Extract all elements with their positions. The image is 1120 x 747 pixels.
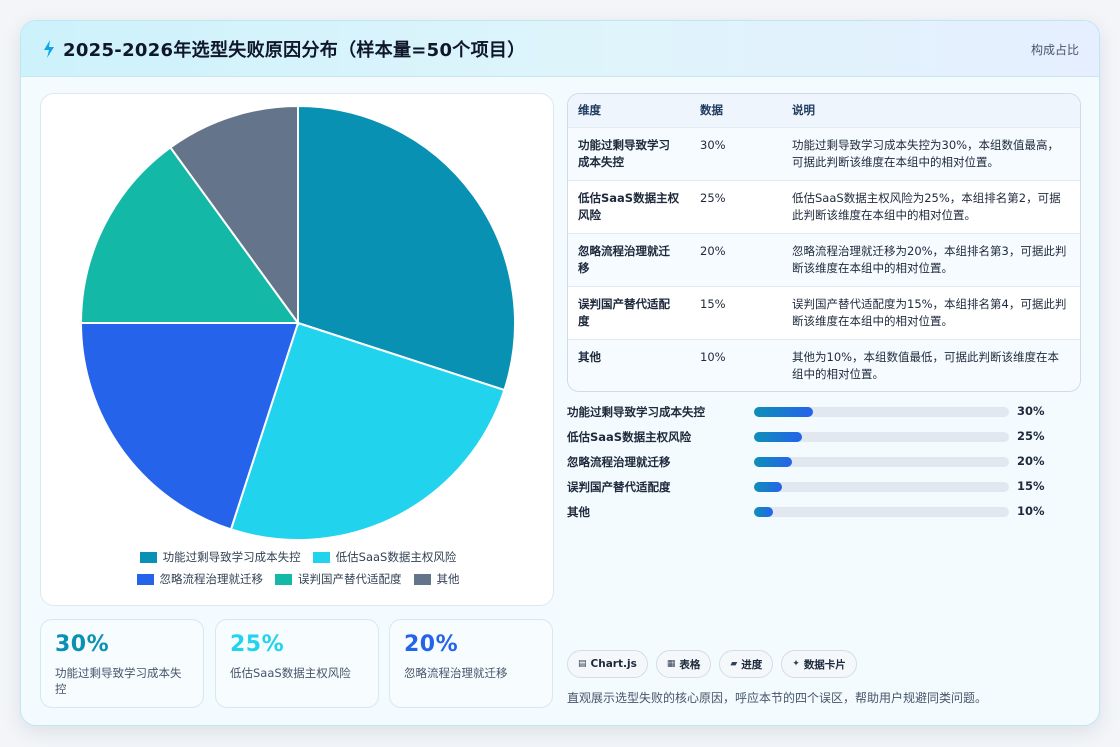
- table-cell: 功能过剩导致学习成本失控为30%，本组数值最高，可据此判断该维度在本组中的相对位…: [782, 126, 1080, 180]
- table-cell: 30%: [690, 126, 782, 180]
- table-cell: 低估SaaS数据主权风险为25%，本组排名第2，可据此判断该维度在本组中的相对位…: [782, 179, 1080, 233]
- table-cell: 误判国产替代适配度: [568, 285, 690, 339]
- progress-row: 功能过剩导致学习成本失控 30%: [567, 401, 1081, 426]
- stat-label: 功能过剩导致学习成本失控: [55, 666, 182, 696]
- legend-swatch: [275, 573, 292, 585]
- progress-value: 25%: [1017, 429, 1045, 443]
- progress-label: 低估SaaS数据主权风险: [567, 430, 692, 444]
- stat-value: 25%: [230, 632, 285, 657]
- stat-card-1: 30% 功能过剩导致学习成本失控: [40, 619, 204, 708]
- stat-label: 忽略流程治理就迁移: [404, 666, 508, 680]
- stat-card-3: 20% 忽略流程治理就迁移: [389, 619, 553, 708]
- table-cell: 25%: [690, 179, 782, 233]
- chip-label: 表格: [679, 658, 701, 671]
- data-table: 维度 数据 说明 功能过剩导致学习成本失控 30% 功能过剩导致学习成本失控为3…: [567, 93, 1081, 392]
- progress-row: 低估SaaS数据主权风险 25%: [567, 426, 1081, 451]
- table-cell: 功能过剩导致学习成本失控: [568, 126, 690, 180]
- stat-value: 20%: [404, 632, 459, 657]
- progress-fill: [754, 482, 783, 492]
- table-row: 其他 10% 其他为10%，本组数值最低，可据此判断该维度在本组中的相对位置。: [568, 338, 1080, 391]
- chip-table[interactable]: ▦ 表格: [655, 650, 712, 678]
- column-header: 说明: [792, 103, 815, 118]
- legend-item[interactable]: 误判国产替代适配度: [275, 571, 402, 587]
- header-tag: 构成占比: [1030, 43, 1079, 57]
- table-cell: 忽略流程治理就迁移为20%，本组排名第3，可据此判断该维度在本组中的相对位置。: [782, 232, 1080, 286]
- chip-progress[interactable]: ▰ 进度: [719, 650, 774, 678]
- pie-chart-panel: 功能过剩导致学习成本失控 低估SaaS数据主权风险 忽略流程治理就迁移 误判国产替代…: [40, 93, 554, 606]
- legend-swatch: [139, 551, 157, 563]
- table-header-row: 维度 数据 说明: [568, 94, 1080, 127]
- progress-track: [754, 507, 1009, 517]
- progress-track: [754, 457, 1009, 467]
- pie-chart: [79, 104, 516, 541]
- legend-swatch: [312, 551, 330, 563]
- legend-swatch: [413, 573, 431, 585]
- progress-label: 误判国产替代适配度: [567, 480, 671, 494]
- progress-value: 20%: [1017, 454, 1045, 468]
- legend-label: 低估SaaS数据主权风险: [335, 550, 457, 564]
- chip-label: Chart.js: [590, 658, 637, 670]
- report-card: 2025-2026年选型失败原因分布（样本量=50个项目） 构成占比 功能过剩导…: [20, 20, 1100, 726]
- chip-chartjs[interactable]: ▤ Chart.js: [567, 650, 648, 678]
- chip-label: 数据卡片: [803, 658, 846, 671]
- progress-track: [754, 432, 1009, 442]
- column-header: 维度: [578, 103, 601, 118]
- legend-label: 其他: [436, 572, 460, 586]
- table-row: 忽略流程治理就迁移 20% 忽略流程治理就迁移为20%，本组排名第3，可据此判断…: [568, 232, 1080, 286]
- page-title: 2025-2026年选型失败原因分布（样本量=50个项目）: [63, 40, 526, 61]
- legend-label: 忽略流程治理就迁移: [159, 572, 264, 586]
- stat-card-2: 25% 低估SaaS数据主权风险: [215, 619, 379, 708]
- progress-fill: [754, 457, 793, 467]
- table-cell: 15%: [690, 285, 782, 339]
- progress-row: 误判国产替代适配度 15%: [567, 476, 1081, 501]
- legend-item[interactable]: 功能过剩导致学习成本失控: [139, 549, 301, 565]
- table-row: 功能过剩导致学习成本失控 30% 功能过剩导致学习成本失控为30%，本组数值最高…: [568, 126, 1080, 180]
- progress-fill: [754, 507, 774, 517]
- table-row: 低估SaaS数据主权风险 25% 低估SaaS数据主权风险为25%，本组排名第2…: [568, 179, 1080, 233]
- table-cell: 20%: [690, 232, 782, 286]
- chip-data-card[interactable]: ✦ 数据卡片: [781, 650, 857, 678]
- table-cell: 忽略流程治理就迁移: [568, 232, 690, 286]
- progress-fill: [754, 407, 813, 417]
- table-cell: 其他: [568, 338, 690, 391]
- progress-track: [754, 482, 1009, 492]
- stat-label: 低估SaaS数据主权风险: [230, 666, 351, 680]
- progress-track: [754, 407, 1009, 417]
- legend-label: 误判国产替代适配度: [298, 572, 402, 586]
- legend-item[interactable]: 其他: [413, 571, 460, 587]
- progress-list: 功能过剩导致学习成本失控 30% 低估SaaS数据主权风险 25% 忽略流程治理…: [567, 401, 1081, 526]
- stat-value: 30%: [55, 632, 110, 657]
- progress-value: 15%: [1017, 479, 1045, 493]
- table-icon: ▤: [578, 659, 587, 669]
- progress-row: 忽略流程治理就迁移 20%: [567, 451, 1081, 476]
- card-header: 2025-2026年选型失败原因分布（样本量=50个项目） 构成占比: [21, 21, 1099, 77]
- progress-value: 10%: [1017, 504, 1045, 518]
- legend-item[interactable]: 忽略流程治理就迁移: [136, 571, 264, 587]
- footer-note: 直观展示选型失败的核心原因，呼应本节的四个误区，帮助用户规避同类问题。: [567, 691, 988, 705]
- chart-legend: 功能过剩导致学习成本失控 低估SaaS数据主权风险 忽略流程治理就迁移 误判国产替代…: [41, 546, 555, 590]
- star-icon: ✦: [792, 659, 800, 669]
- column-header: 数据: [700, 103, 723, 118]
- table-cell: 10%: [690, 338, 782, 391]
- grid-icon: ▦: [666, 659, 676, 669]
- progress-label: 忽略流程治理就迁移: [567, 455, 671, 469]
- table-cell: 其他为10%，本组数值最低，可据此判断该维度在本组中的相对位置。: [782, 338, 1080, 391]
- table-row: 误判国产替代适配度 15% 误判国产替代适配度为15%，本组排名第4，可据此判断…: [568, 285, 1080, 339]
- progress-row: 其他 10%: [567, 501, 1081, 526]
- table-cell: 误判国产替代适配度为15%，本组排名第4，可据此判断该维度在本组中的相对位置。: [782, 285, 1080, 339]
- progress-icon: ▰: [730, 659, 738, 669]
- progress-label: 其他: [567, 505, 590, 519]
- chip-label: 进度: [741, 658, 763, 671]
- progress-label: 功能过剩导致学习成本失控: [567, 405, 705, 419]
- tech-chips: ▤ Chart.js ▦ 表格 ▰ 进度 ✦ 数据卡片: [567, 650, 857, 678]
- table-cell: 低估SaaS数据主权风险: [568, 179, 690, 233]
- legend-item[interactable]: 低估SaaS数据主权风险: [312, 549, 457, 565]
- progress-fill: [754, 432, 803, 442]
- sparkle-icon: [44, 40, 54, 58]
- progress-value: 30%: [1017, 404, 1045, 418]
- legend-swatch: [136, 573, 154, 585]
- legend-label: 功能过剩导致学习成本失控: [162, 550, 301, 564]
